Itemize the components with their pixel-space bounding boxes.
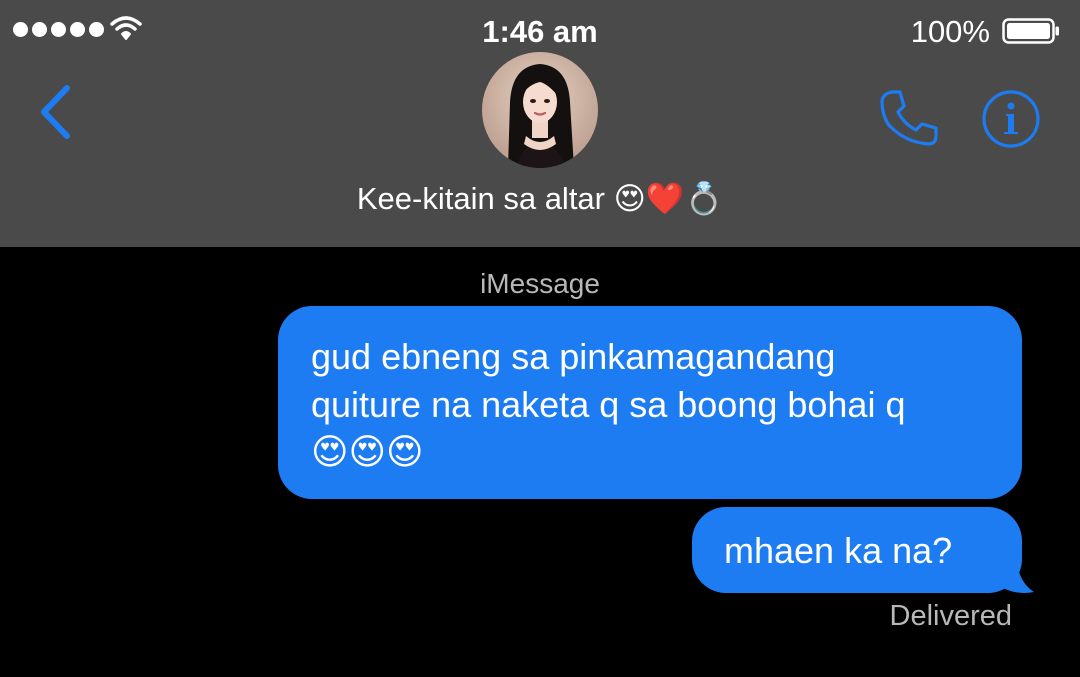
message-emojis: 😍😍😍 (311, 432, 424, 473)
phone-icon[interactable] (878, 88, 940, 150)
bubble-tail-icon (996, 556, 1034, 593)
message-text: mhaen ka na? (724, 530, 953, 571)
contact-avatar[interactable] (482, 52, 598, 168)
sent-message-bubble[interactable]: mhaen ka na? (692, 507, 1022, 593)
sent-message-bubble[interactable]: gud ebneng sa pinkamagandang quiture na … (278, 306, 1022, 499)
delivery-status: Delivered (889, 600, 1013, 632)
messages-screen: 1:46 am 100% Kee-kitain sa altar 😍❤️💍 iM… (0, 0, 1080, 677)
battery-percent: 100% (910, 14, 990, 49)
conversation-header: 1:46 am 100% Kee-kitain sa altar 😍❤️💍 (0, 0, 1080, 247)
message-text-line: quiture na naketa q sa boong bohai q (311, 384, 906, 425)
avatar-portrait-icon (482, 52, 598, 168)
message-text-line: gud ebneng sa pinkamagandang (311, 336, 836, 377)
battery-icon (1002, 18, 1059, 44)
info-icon[interactable] (980, 90, 1042, 152)
contact-name[interactable]: Kee-kitain sa altar 😍❤️💍 (0, 180, 1080, 217)
back-chevron-icon[interactable] (36, 84, 76, 140)
service-label: iMessage (480, 268, 600, 299)
